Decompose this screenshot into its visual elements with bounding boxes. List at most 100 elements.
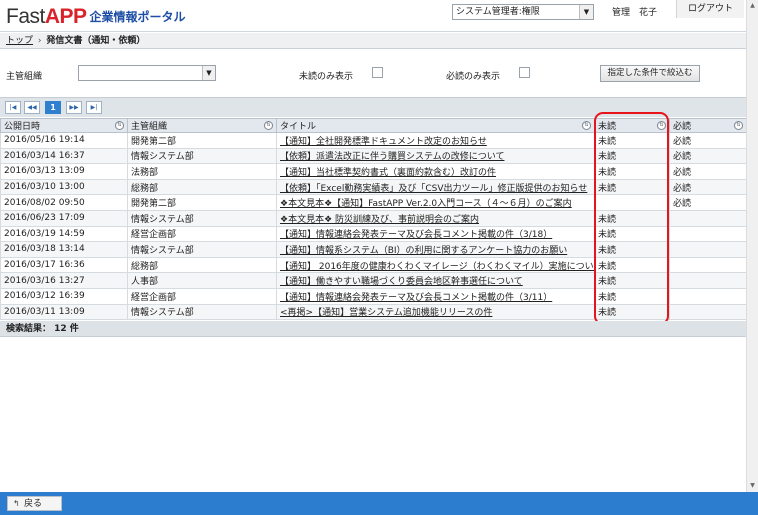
cell-date: 2016/03/17 16:36 [0, 256, 128, 274]
sort-icon[interactable]: ⇅ [734, 121, 743, 130]
breadcrumb-current: 発信文書（通知・依頼） [46, 36, 146, 46]
cell-title-link[interactable]: 【通知】 2016年度の健康わくわくマイレージ（わくわくマイル）実施について [276, 256, 595, 274]
table-row[interactable]: 2016/03/19 14:59 経営企画部 【通知】情報連絡会発表テーマ及び会長コ… [0, 225, 747, 243]
cell-unread: 未読 [594, 287, 670, 305]
cell-title-link[interactable]: 【通知】全社開発標準ドキュメント改定のお知らせ [276, 132, 595, 149]
first-page-icon[interactable]: |◀ [5, 101, 21, 114]
breadcrumb-top-link[interactable]: トップ [6, 36, 33, 46]
logout-button[interactable]: ログアウト [676, 0, 744, 18]
sort-icon[interactable]: ⇅ [264, 121, 273, 130]
cell-org: 情報システム部 [127, 303, 277, 321]
column-header-org[interactable]: 主管組織 ⇅ [127, 118, 277, 133]
sort-icon[interactable]: ⇅ [582, 121, 591, 130]
document-table: 公開日時 ⇅ 主管組織 ⇅ タイトル ⇅ 未読 ⇅ 必読 ⇅ 2016/05/16 19:… [0, 118, 747, 321]
vertical-scrollbar[interactable]: ▲ ▼ [746, 0, 758, 492]
unread-only-label: 未読のみ表示 [299, 72, 354, 82]
cell-org: 開発第二部 [127, 194, 277, 211]
cell-title-link[interactable]: 【通知】情報系システム（BI）の利用に関するアンケート協力のお願い [276, 241, 595, 258]
cell-required [669, 303, 747, 321]
prev-page-icon[interactable]: ◀◀ [24, 101, 40, 114]
chevron-down-icon[interactable]: ▼ [579, 5, 593, 19]
cell-org: 開発第二部 [127, 132, 277, 149]
column-header-unread[interactable]: 未読 ⇅ [594, 118, 670, 133]
back-button[interactable]: ↰ 戻る [7, 496, 62, 511]
required-only-checkbox[interactable] [519, 67, 530, 78]
cell-title-link[interactable]: 【依頼】派遣法改正に伴う購買システムの改修について [276, 147, 595, 165]
top-header: FastAPP 企業情報ポータル システム管理者:権限 ▼ 管理 花子 ログアウト [0, 0, 758, 32]
pager: |◀ ◀◀ 1 ▶▶ ▶| [0, 97, 746, 117]
cell-date: 2016/03/12 16:39 [0, 287, 128, 305]
cell-unread: 未読 [594, 147, 670, 165]
role-select[interactable]: システム管理者:権限 ▼ [452, 4, 594, 20]
cell-title-link[interactable]: 【通知】当社標準契約書式（裏面約款含む）改訂の件 [276, 163, 595, 180]
cell-date: 2016/03/19 14:59 [0, 225, 128, 243]
org-filter-select[interactable]: ▼ [78, 65, 216, 81]
column-header-title[interactable]: タイトル ⇅ [276, 118, 595, 133]
table-row[interactable]: 2016/05/16 19:14 開発第二部 【通知】全社開発標準ドキュメント改定の… [0, 132, 747, 149]
cell-unread: 未読 [594, 241, 670, 258]
cell-unread: 未読 [594, 225, 670, 243]
table-row[interactable]: 2016/03/16 13:27 人事部 【通知】働きやすい職場づくり委員会地区幹事… [0, 272, 747, 289]
cell-unread: 未読 [594, 256, 670, 274]
footer-bar: ↰ 戻る [0, 492, 758, 515]
cell-title-link[interactable]: 【依頼】「Excel勤務実績表」及び「CSV出力ツール」修正版提供のお知らせ [276, 178, 595, 196]
table-row[interactable]: 2016/03/12 16:39 経営企画部 【通知】情報連絡会発表テーマ及び会長コ… [0, 287, 747, 305]
cell-required: 必読 [669, 178, 747, 196]
table-row[interactable]: 2016/06/23 17:09 情報システム部 ❖本文見本❖ 防災訓練及び、事前説… [0, 209, 747, 227]
page-number-current[interactable]: 1 [45, 101, 61, 114]
cell-date: 2016/08/02 09:50 [0, 194, 128, 211]
cell-date: 2016/03/16 13:27 [0, 272, 128, 289]
cell-org: 情報システム部 [127, 147, 277, 165]
breadcrumb: トップ › 発信文書（通知・依頼） [0, 33, 758, 49]
table-row[interactable]: 2016/03/14 16:37 情報システム部 【依頼】派遣法改正に伴う購買システ… [0, 147, 747, 165]
cell-date: 2016/03/18 13:14 [0, 241, 128, 258]
cell-org: 情報システム部 [127, 209, 277, 227]
cell-required [669, 225, 747, 243]
back-button-label: 戻る [24, 499, 43, 509]
logo-app: APP [44, 5, 87, 28]
cell-unread: 未読 [594, 178, 670, 196]
table-row[interactable]: 2016/03/18 13:14 情報システム部 【通知】情報系システム（BI）の利… [0, 241, 747, 258]
table-row[interactable]: 2016/03/11 13:09 情報システム部 <再掲>【通知】営業システム追加機… [0, 303, 747, 321]
cell-title-link[interactable]: ❖本文見本❖ 防災訓練及び、事前説明会のご案内 [276, 209, 595, 227]
apply-filter-button[interactable]: 指定した条件で絞込む [600, 65, 700, 82]
cell-unread: 未読 [594, 163, 670, 180]
cell-date: 2016/06/23 17:09 [0, 209, 128, 227]
cell-unread [594, 194, 670, 211]
cell-org: 経営企画部 [127, 287, 277, 305]
scroll-up-icon[interactable]: ▲ [747, 0, 758, 12]
scroll-down-icon[interactable]: ▼ [747, 480, 758, 492]
cell-required: 必読 [669, 194, 747, 211]
cell-date: 2016/03/10 13:00 [0, 178, 128, 196]
table-row[interactable]: 2016/08/02 09:50 開発第二部 ❖本文見本❖【通知】FastAPP V… [0, 194, 747, 211]
sort-icon[interactable]: ⇅ [657, 121, 666, 130]
last-page-icon[interactable]: ▶| [86, 101, 102, 114]
cell-date: 2016/03/11 13:09 [0, 303, 128, 321]
cell-unread: 未読 [594, 272, 670, 289]
next-page-icon[interactable]: ▶▶ [66, 101, 82, 114]
required-only-label: 必読のみ表示 [446, 72, 501, 82]
table-row[interactable]: 2016/03/10 13:00 総務部 【依頼】「Excel勤務実績表」及び「CS… [0, 178, 747, 196]
table-row[interactable]: 2016/03/17 16:36 総務部 【通知】 2016年度の健康わくわくマイレ… [0, 256, 747, 274]
cell-title-link[interactable]: ❖本文見本❖【通知】FastAPP Ver.2.0入門コース（４～６月）のご案内 [276, 194, 595, 211]
sort-icon[interactable]: ⇅ [115, 121, 124, 130]
column-header-required[interactable]: 必読 ⇅ [669, 118, 747, 133]
chevron-down-icon[interactable]: ▼ [202, 66, 215, 80]
search-result-count: 検索結果： 12 件 [0, 321, 746, 337]
column-header-date[interactable]: 公開日時 ⇅ [0, 118, 128, 133]
cell-title-link[interactable]: 【通知】情報連絡会発表テーマ及び会長コメント掲載の件（3/11） [276, 287, 595, 305]
cell-org: 総務部 [127, 178, 277, 196]
cell-org: 情報システム部 [127, 241, 277, 258]
cell-required [669, 241, 747, 258]
cell-org: 人事部 [127, 272, 277, 289]
table-row[interactable]: 2016/03/13 13:09 法務部 【通知】当社標準契約書式（裏面約款含む）改… [0, 163, 747, 180]
unread-only-checkbox[interactable] [372, 67, 383, 78]
cell-title-link[interactable]: 【通知】働きやすい職場づくり委員会地区幹事選任について [276, 272, 595, 289]
cell-required: 必読 [669, 163, 747, 180]
app-logo[interactable]: FastAPP 企業情報ポータル [6, 5, 186, 29]
cell-title-link[interactable]: <再掲>【通知】営業システム追加機能リリースの件 [276, 303, 595, 321]
cell-title-link[interactable]: 【通知】情報連絡会発表テーマ及び会長コメント掲載の件（3/18） [276, 225, 595, 243]
breadcrumb-separator: › [37, 36, 42, 46]
cell-org: 経営企画部 [127, 225, 277, 243]
cell-unread: 未読 [594, 209, 670, 227]
